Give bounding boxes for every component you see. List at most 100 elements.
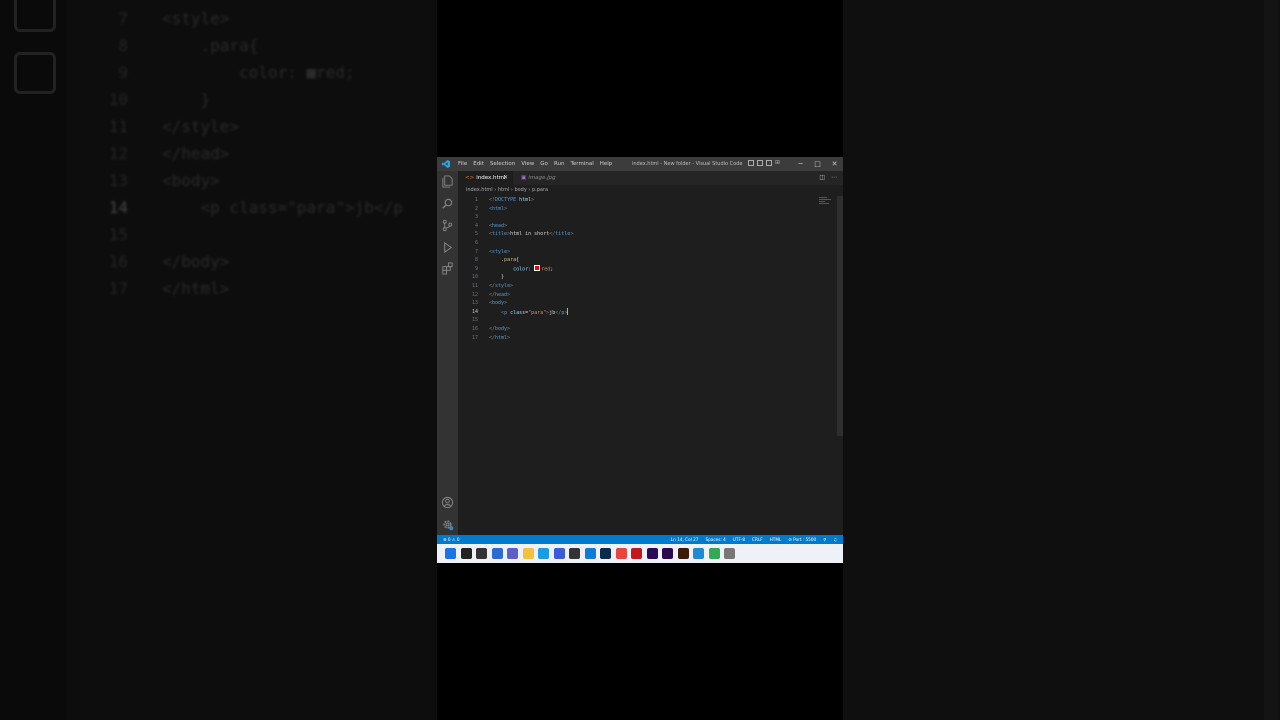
background-code-line: 17 </html> xyxy=(92,276,230,302)
manage-gear-icon[interactable] xyxy=(441,518,454,531)
menu-item-view[interactable]: View xyxy=(518,157,537,171)
taskbar-photoshop-icon[interactable] xyxy=(600,548,611,559)
taskbar-store-icon[interactable] xyxy=(553,548,565,559)
code-line[interactable]: 8 .para{ xyxy=(458,256,828,265)
code-line[interactable]: 9 color: red; xyxy=(458,264,828,274)
taskbar-chrome-icon[interactable] xyxy=(615,548,627,559)
taskbar-premiere-icon[interactable] xyxy=(662,548,673,559)
tab-index-html[interactable]: <> index.html ✕ xyxy=(458,171,513,185)
taskbar-chrome-2-icon[interactable] xyxy=(708,548,720,559)
run-debug-icon[interactable] xyxy=(441,241,454,254)
minimap[interactable] xyxy=(819,197,833,207)
taskbar-after-effects-icon[interactable] xyxy=(646,548,658,559)
code-token: head xyxy=(492,222,505,229)
toggle-secondary-sidebar-icon[interactable] xyxy=(766,160,772,166)
code-line[interactable]: 15 xyxy=(458,316,828,325)
code-line[interactable]: 11 </style> xyxy=(458,282,828,291)
taskbar-app-blue-icon[interactable] xyxy=(584,548,596,559)
taskbar-vscode-icon[interactable] xyxy=(693,548,704,559)
toggle-panel-icon[interactable] xyxy=(757,160,763,166)
customize-layout-icon[interactable]: ⊞ xyxy=(775,160,781,166)
problems-indicator[interactable]: ⊗ 0 ⚠ 0 xyxy=(443,535,460,544)
code-line[interactable]: 5 <title>html in short</title> xyxy=(458,230,828,239)
indentation[interactable]: Spaces: 4 xyxy=(705,535,725,544)
close-tab-button[interactable]: ✕ xyxy=(503,171,508,185)
code-line[interactable]: 2 <html> xyxy=(458,205,828,214)
notifications-bell-icon[interactable]: ♫ xyxy=(833,535,837,544)
background-line-number: 17 xyxy=(108,279,128,298)
code-line[interactable]: 12 </head> xyxy=(458,291,828,300)
taskbar-start-icon[interactable] xyxy=(445,548,456,559)
html-file-icon: <> xyxy=(465,175,475,181)
menu-item-selection[interactable]: Selection xyxy=(487,157,518,171)
close-window-button[interactable]: ✕ xyxy=(826,157,843,171)
menu-item-file[interactable]: File xyxy=(455,157,470,171)
taskbar-app-dark-icon[interactable] xyxy=(569,548,580,559)
background-line-code: </html> xyxy=(162,279,230,298)
code-line[interactable]: 14 <p class="para">jb</p> xyxy=(458,307,828,317)
code-line[interactable]: 10 } xyxy=(458,273,828,282)
background-code-line: 16 </body> xyxy=(92,249,230,275)
source-control-icon[interactable] xyxy=(441,219,454,232)
code-line[interactable]: 17 </html> xyxy=(458,334,828,343)
menu-item-edit[interactable]: Edit xyxy=(470,157,487,171)
line-number: 2 xyxy=(474,205,478,212)
line-number: 7 xyxy=(474,248,478,255)
cursor-position[interactable]: Ln 14, Col 27 xyxy=(671,535,699,544)
taskbar-search-icon[interactable] xyxy=(460,548,472,559)
code-editor[interactable]: 1 <!DOCTYPE html> 2 <html> 3 4 <head> 5 <title>h… xyxy=(458,196,835,535)
color-swatch-icon[interactable] xyxy=(534,264,541,271)
search-icon[interactable] xyxy=(441,197,454,210)
code-line[interactable]: 3 xyxy=(458,213,828,222)
taskbar-edge-icon[interactable] xyxy=(538,548,549,559)
menu-item-terminal[interactable]: Terminal xyxy=(567,157,596,171)
minimize-button[interactable]: ─ xyxy=(792,157,809,171)
taskbar-chat-icon[interactable] xyxy=(507,548,518,559)
code-line[interactable]: 13 <body> xyxy=(458,299,828,308)
background-line-number: 8 xyxy=(118,36,128,55)
code-line[interactable]: 6 xyxy=(458,239,828,248)
live-server-port[interactable]: ⊘ Port : 5500 xyxy=(788,535,816,544)
code-token: } xyxy=(489,274,505,281)
line-ending[interactable]: CRLF xyxy=(752,535,763,544)
more-actions-icon[interactable]: ⋯ xyxy=(831,171,837,185)
taskbar-task-view-icon[interactable] xyxy=(476,548,487,559)
taskbar-acrobat-icon[interactable] xyxy=(631,548,642,559)
breadcrumb-item[interactable]: html xyxy=(498,187,509,193)
line-number: 9 xyxy=(474,265,478,272)
editor-scrollbar[interactable] xyxy=(837,196,843,436)
code-line[interactable]: 16 </body> xyxy=(458,325,828,334)
breadcrumb-item[interactable]: p.para xyxy=(532,187,548,193)
maximize-button[interactable]: □ xyxy=(809,157,826,171)
encoding[interactable]: UTF-8 xyxy=(733,535,745,544)
menu-item-help[interactable]: Help xyxy=(597,157,616,171)
menu-item-run[interactable]: Run xyxy=(551,157,568,171)
feedback-icon[interactable]: ⚲ xyxy=(823,535,826,544)
explorer-icon[interactable] xyxy=(441,175,454,188)
taskbar-file-explorer-icon[interactable] xyxy=(522,548,534,559)
menu-item-go[interactable]: Go xyxy=(537,157,551,171)
menu-bar: File Edit Selection View Go Run Terminal Help xyxy=(455,157,615,171)
breadcrumb-item[interactable]: index.html xyxy=(466,187,493,193)
taskbar-app-light-icon[interactable] xyxy=(724,548,735,559)
extensions-icon[interactable] xyxy=(441,262,454,275)
background-left-panel: 7 <style> 8 .para{9 color: ■red; 10 } 11 </st… xyxy=(0,0,437,720)
account-icon[interactable] xyxy=(441,496,454,509)
code-line[interactable]: 7 <style> xyxy=(458,248,828,257)
toggle-primary-sidebar-icon[interactable] xyxy=(748,160,754,166)
line-number: 11 xyxy=(471,283,478,289)
activity-bar xyxy=(437,171,458,549)
breadcrumb-item[interactable]: body xyxy=(514,187,526,193)
code-line[interactable]: 4 <head> xyxy=(458,222,828,231)
split-editor-icon[interactable]: ◫ xyxy=(819,171,825,185)
tab-image-jpg[interactable]: ▣ image.jpg xyxy=(514,171,569,185)
background-line-code: </head> xyxy=(162,144,230,163)
code-token: html xyxy=(492,205,505,212)
code-line[interactable]: 1 <!DOCTYPE html> xyxy=(458,196,828,205)
language-mode[interactable]: HTML xyxy=(770,535,782,544)
line-code: </body> xyxy=(489,325,510,334)
taskbar-illustrator-icon[interactable] xyxy=(677,548,689,559)
background-line-code: </body> xyxy=(162,252,230,271)
line-code: </head> xyxy=(489,291,510,300)
taskbar-widgets-icon[interactable] xyxy=(491,548,503,559)
